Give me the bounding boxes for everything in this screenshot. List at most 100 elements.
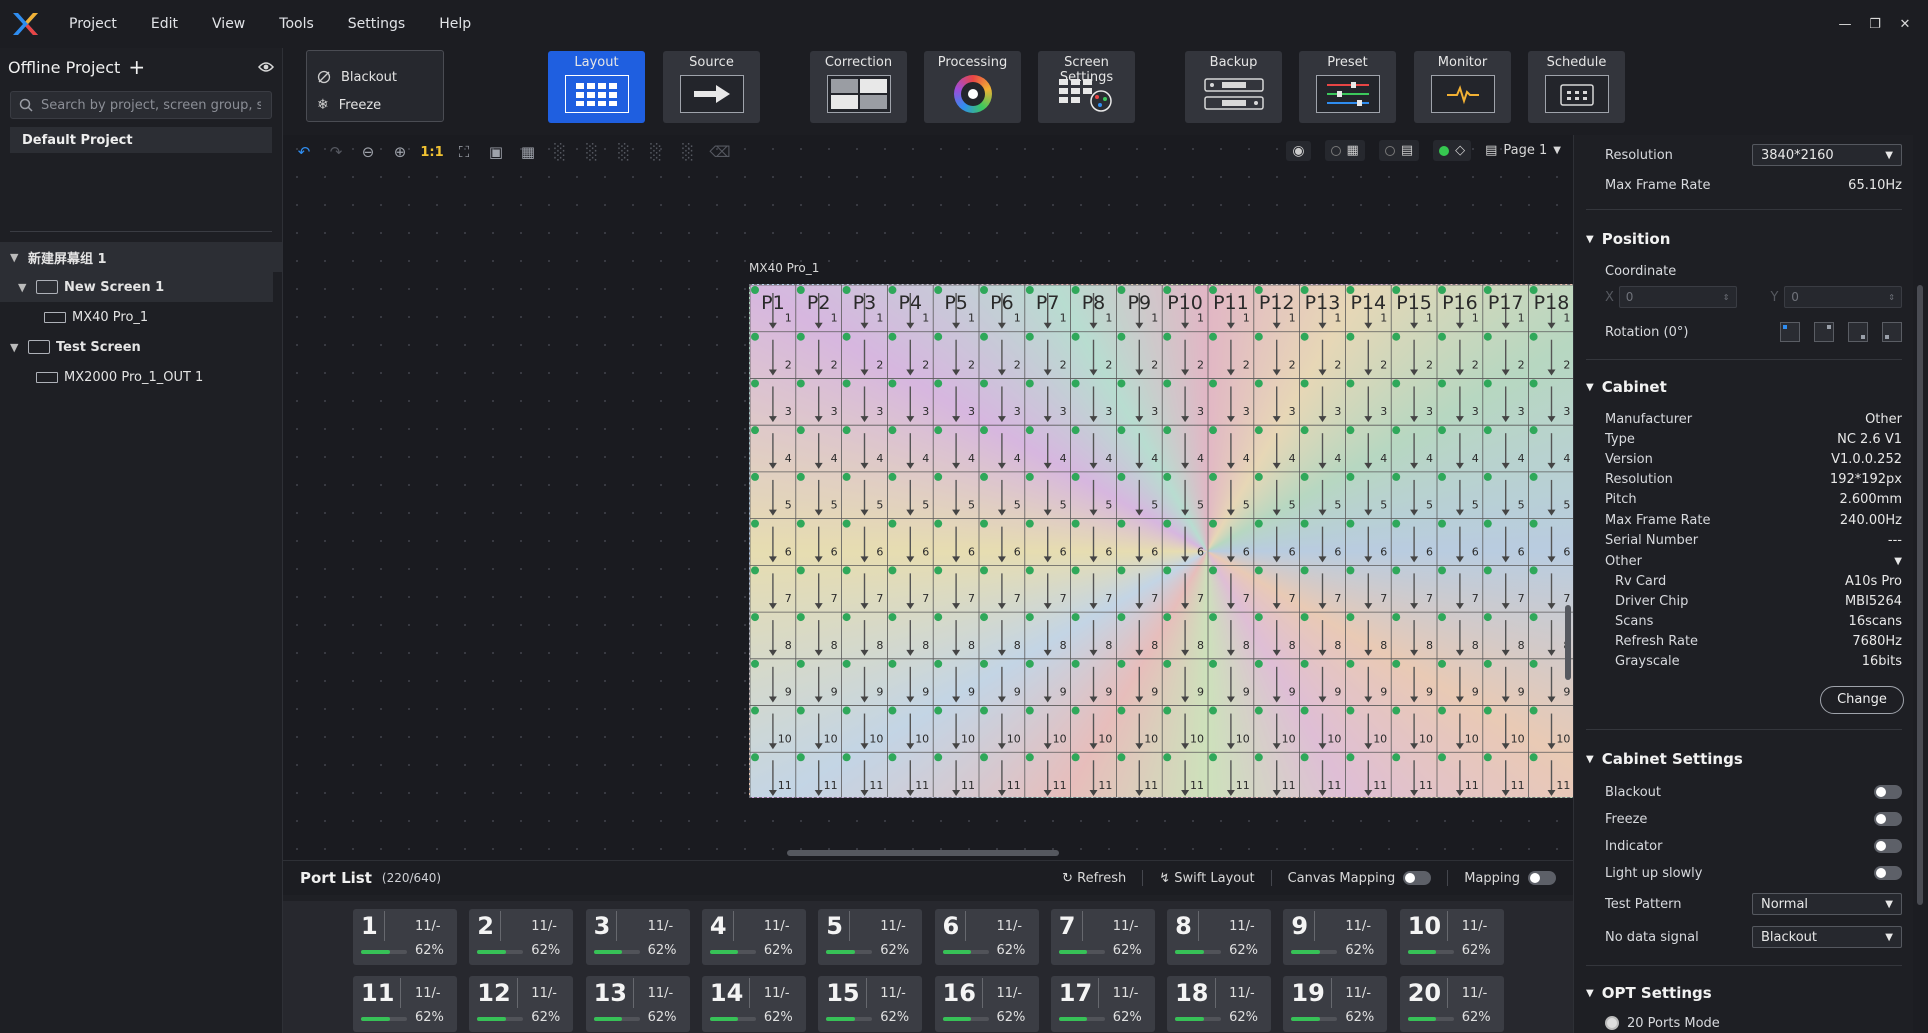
port-card[interactable]: 11 11/- 62%	[353, 976, 457, 1032]
cabinet-cell[interactable]: 9	[1300, 659, 1342, 703]
chevron-down-icon[interactable]: ▼	[10, 341, 22, 354]
cabinet-cell[interactable]: 10	[980, 706, 1021, 750]
cabinet-cell[interactable]: 11	[1438, 753, 1479, 796]
cabinet-cell[interactable]: 2	[842, 332, 884, 376]
cabinet-cell[interactable]: 7	[1025, 566, 1067, 610]
cabinet-cell[interactable]: 4	[934, 426, 975, 469]
port-card[interactable]: 18 11/- 62%	[1167, 976, 1272, 1032]
cabinet-cell[interactable]: 3	[842, 379, 884, 423]
menu-project[interactable]: Project	[52, 0, 134, 48]
cabinet-cell[interactable]: 7	[751, 566, 792, 610]
cabinet-cell[interactable]: 2	[980, 332, 1021, 376]
cabinet-cell[interactable]: 8	[1163, 613, 1204, 656]
tree-device-mx40[interactable]: MX40 Pro_1	[0, 302, 282, 332]
cabinet-cell[interactable]: 2	[1254, 332, 1296, 376]
cabinet-grid[interactable]: 1234567891011P11234567891011P21234567891…	[750, 285, 1665, 798]
cabinet-cell[interactable]: 9	[1025, 659, 1067, 703]
cabinet-cell[interactable]: 11	[842, 753, 884, 796]
cabinet-cell[interactable]: 8	[1117, 613, 1158, 656]
cabinet-cell[interactable]: 3	[751, 379, 792, 423]
cabinet-cell[interactable]: 2	[1483, 332, 1525, 376]
search-input[interactable]	[41, 97, 261, 113]
align-left-icon[interactable]: ░	[549, 141, 571, 163]
project-item-default[interactable]: Default Project	[10, 127, 272, 153]
cabinet-cell[interactable]: 7	[842, 566, 884, 610]
cabinet-cell[interactable]: 10	[1346, 706, 1387, 750]
tab-correction[interactable]: Correction	[810, 51, 907, 123]
cabinet-cell[interactable]: 11	[1117, 753, 1158, 796]
rotation-270-icon[interactable]	[1882, 322, 1902, 342]
cabinet-cell[interactable]: 8	[1438, 613, 1479, 656]
cabinet-cell[interactable]: 4	[1438, 426, 1479, 469]
cabinet-cell[interactable]: 9	[1163, 659, 1204, 703]
cabinet-cell[interactable]: 2	[1529, 332, 1571, 376]
cabinet-cell[interactable]: 5	[980, 472, 1021, 516]
align-bottom-icon[interactable]: ░	[645, 141, 667, 163]
close-icon[interactable]: ✕	[1886, 0, 1924, 48]
cabinet-cell[interactable]: 10	[1483, 706, 1525, 750]
cabinet-cell[interactable]: 3	[1025, 379, 1067, 423]
port-card[interactable]: 6 11/- 62%	[934, 909, 1039, 965]
cabinet-cell[interactable]: 4	[888, 426, 929, 469]
cabinet-cell[interactable]: 4	[1529, 426, 1571, 469]
cabinet-cell[interactable]: 10	[1254, 706, 1296, 750]
cabinet-cell[interactable]: 2	[1392, 332, 1433, 376]
tab-backup[interactable]: Backup	[1185, 51, 1282, 123]
cabinet-cell[interactable]: 3	[1529, 379, 1571, 423]
port-card[interactable]: 8 11/- 62%	[1167, 909, 1272, 965]
fit-canvas-icon[interactable]: ▣	[485, 141, 507, 163]
cabinet-cell[interactable]: 9	[1483, 659, 1525, 703]
rotation-90-icon[interactable]	[1814, 322, 1834, 342]
view-toggle-1[interactable]: ▦	[1324, 140, 1365, 161]
coord-y-input[interactable]: 0 ⇕	[1784, 286, 1902, 308]
port-card[interactable]: 14 11/- 62%	[701, 976, 806, 1032]
indicator-toggle[interactable]	[1874, 839, 1902, 853]
cabinet-cell[interactable]: 9	[1438, 659, 1479, 703]
properties-scrollbar[interactable]	[1917, 285, 1923, 905]
cabinet-cell[interactable]: 2	[796, 332, 838, 376]
cabinet-cell[interactable]: 5	[1254, 472, 1296, 516]
cabinet-cell[interactable]: 3	[888, 379, 929, 423]
cabinet-settings-section-header[interactable]: ▼ Cabinet Settings	[1586, 750, 1743, 768]
cabinet-cell[interactable]: 11	[1254, 753, 1296, 796]
cabinet-cell[interactable]: 11	[1300, 753, 1342, 796]
menu-help[interactable]: Help	[422, 0, 488, 48]
cabinet-cell[interactable]: 10	[934, 706, 975, 750]
cabinet-cell[interactable]: 6	[1254, 519, 1296, 563]
freeze-button[interactable]: ❄ Freeze	[317, 91, 433, 119]
cabinet-cell[interactable]: 3	[1300, 379, 1342, 423]
view-toggle-3[interactable]: ◇	[1433, 140, 1472, 161]
cabinet-cell[interactable]: 10	[1071, 706, 1113, 750]
cabinet-cell[interactable]: 5	[1071, 472, 1113, 516]
resolution-select[interactable]: 3840*2160 ▼	[1752, 144, 1902, 166]
cabinet-cell[interactable]: 2	[1209, 332, 1250, 376]
cabinet-cell[interactable]: 4	[1071, 426, 1113, 469]
cabinet-cell[interactable]: 8	[1346, 613, 1387, 656]
cabinet-cell[interactable]: 3	[1346, 379, 1387, 423]
cabinet-cell[interactable]: 9	[1254, 659, 1296, 703]
cabinet-cell[interactable]: 5	[842, 472, 884, 516]
add-icon[interactable]: +	[128, 57, 145, 77]
light-up-toggle[interactable]	[1874, 866, 1902, 880]
cabinet-cell[interactable]: 6	[1117, 519, 1158, 563]
cabinet-cell[interactable]: 5	[1346, 472, 1387, 516]
cabinet-cell[interactable]: 11	[934, 753, 975, 796]
cabinet-cell[interactable]: 9	[1209, 659, 1250, 703]
port-card[interactable]: 13 11/- 62%	[585, 976, 690, 1032]
blackout-button[interactable]: Blackout	[317, 63, 433, 91]
menu-view[interactable]: View	[195, 0, 262, 48]
cabinet-cell[interactable]: 4	[842, 426, 884, 469]
cabinet-cell[interactable]: 11	[888, 753, 929, 796]
tab-schedule[interactable]: Schedule	[1528, 51, 1625, 123]
led-screen[interactable]: 1 2 3 4 5 6 7 8 9 10 11 P1 1 2 3 4 5 6 7 8 9 10 11 P2 1 2 3 4 5 6 7 8 9 1…	[749, 284, 1665, 798]
cabinet-cell[interactable]: 6	[1163, 519, 1204, 563]
port-card[interactable]: 20 11/- 62%	[1399, 976, 1504, 1032]
menu-edit[interactable]: Edit	[134, 0, 195, 48]
cabinet-cell[interactable]: 2	[888, 332, 929, 376]
port-card[interactable]: 17 11/- 62%	[1050, 976, 1155, 1032]
menu-settings[interactable]: Settings	[331, 0, 422, 48]
tree-screen-new-screen-1[interactable]: ▼ New Screen 1	[0, 272, 273, 302]
cabinet-cell[interactable]: 3	[1117, 379, 1158, 423]
cabinet-cell[interactable]: 5	[1438, 472, 1479, 516]
tab-monitor[interactable]: Monitor	[1414, 51, 1511, 123]
